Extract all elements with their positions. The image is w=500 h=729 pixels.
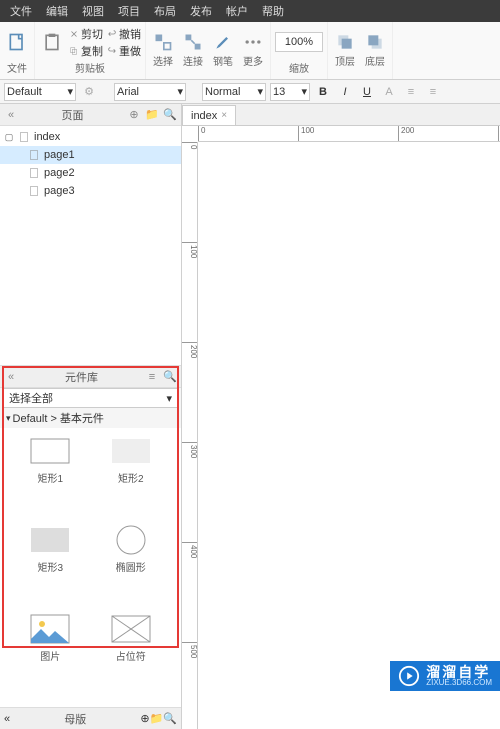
menu-view[interactable]: 视图 <box>76 1 110 21</box>
cut-button[interactable]: 剪切 <box>69 26 103 42</box>
ruler-tick: 200 <box>182 342 198 358</box>
ruler-horizontal: 0 100 200 300 <box>198 126 500 142</box>
left-sidebar: « 页面 ⊕ 📁 🔍 ▢ index page1 page2 page3 <box>0 104 182 729</box>
clipboard-label: 剪贴板 <box>75 60 105 77</box>
menu-layout[interactable]: 布局 <box>148 1 182 21</box>
collapse-icon[interactable]: « <box>4 370 18 384</box>
add-page-icon[interactable]: ⊕ <box>127 108 141 122</box>
underline-button[interactable]: U <box>358 83 376 101</box>
ruler-tick: 500 <box>182 642 198 658</box>
pages-title: 页面 <box>22 107 123 123</box>
widget-image[interactable]: 图片 <box>14 614 87 699</box>
tree-root[interactable]: ▢ index <box>0 128 181 146</box>
select-button[interactable]: 选择 <box>150 30 176 72</box>
send-back-button[interactable]: 底层 <box>362 30 388 72</box>
widget-ellipse[interactable]: 椭圆形 <box>95 525 168 610</box>
menu-file[interactable]: 文件 <box>4 1 38 21</box>
pen-button[interactable]: 钢笔 <box>210 30 236 72</box>
pages-panel-header: « 页面 ⊕ 📁 🔍 <box>0 104 181 126</box>
text-color-button[interactable]: A <box>380 83 398 101</box>
zoom-label: 缩放 <box>289 60 309 77</box>
font-select[interactable]: Arial▾ <box>114 83 186 101</box>
format-bar: Default▾ ⚙ Arial▾ Normal▾ 13▾ B I U A ≡ … <box>0 80 500 104</box>
weight-select[interactable]: Normal▾ <box>202 83 266 101</box>
connect-button[interactable]: 连接 <box>180 30 206 72</box>
collapse-icon[interactable]: « <box>4 108 18 122</box>
menu-account[interactable]: 帐户 <box>220 1 254 21</box>
play-icon <box>398 665 420 687</box>
canvas[interactable] <box>198 142 500 729</box>
library-header: « 元件库 ≡ 🔍 <box>0 366 181 388</box>
add-master-icon[interactable]: ⊕ <box>140 712 149 725</box>
ruler-tick: 0 <box>182 142 198 149</box>
copy-button[interactable]: 复制 <box>69 43 103 59</box>
search-icon[interactable]: 🔍 <box>163 370 177 384</box>
ruler-tick: 100 <box>298 126 314 142</box>
tree-item-page3[interactable]: page3 <box>0 182 181 200</box>
ruler-tick: 0 <box>198 126 205 142</box>
menu-project[interactable]: 项目 <box>112 1 146 21</box>
library-title: 元件库 <box>22 369 141 385</box>
bring-front-button[interactable]: 顶层 <box>332 30 358 72</box>
file-label: 文件 <box>7 60 27 77</box>
tree-item-page2[interactable]: page2 <box>0 164 181 182</box>
document-icon <box>28 167 40 179</box>
align-left-button[interactable]: ≡ <box>402 83 420 101</box>
bold-button[interactable]: B <box>314 83 332 101</box>
widget-rect3[interactable]: 矩形3 <box>14 525 87 610</box>
close-icon[interactable]: × <box>221 110 227 121</box>
masters-panel-header: « 母版 ⊕ 📁 🔍 <box>0 707 181 729</box>
style-select[interactable]: Default▾ <box>4 83 76 101</box>
align-center-button[interactable]: ≡ <box>424 83 442 101</box>
document-icon <box>28 149 40 161</box>
document-icon <box>28 185 40 197</box>
widget-placeholder[interactable]: 占位符 <box>95 614 168 699</box>
widget-rect1[interactable]: 矩形1 <box>14 436 87 521</box>
zoom-input[interactable] <box>275 32 323 52</box>
ribbon-toolbar: 文件 剪切 复制 撤销 重做 剪贴板 选择 连接 钢笔 更多 缩放 顶层 <box>0 22 500 80</box>
widget-rect2[interactable]: 矩形2 <box>95 436 168 521</box>
masters-title: 母版 <box>10 711 140 727</box>
canvas-area: index× 0 100 200 300 0 100 200 300 400 5… <box>182 104 500 729</box>
menu-publish[interactable]: 发布 <box>184 1 218 21</box>
watermark-logo: 溜溜自学ZIXUE.3D66.COM <box>390 661 500 691</box>
library-select[interactable]: 选择全部▾ <box>2 388 179 408</box>
undo-button[interactable]: 撤销 <box>107 26 141 42</box>
redo-button[interactable]: 重做 <box>107 43 141 59</box>
ruler-tick: 100 <box>182 242 198 258</box>
tree-item-page1[interactable]: page1 <box>0 146 181 164</box>
library-category[interactable]: ▾Default > 基本元件 <box>0 408 181 428</box>
ruler-tick: 300 <box>182 442 198 458</box>
paste-button[interactable] <box>39 30 65 54</box>
new-file-button[interactable] <box>4 30 30 54</box>
search-icon[interactable]: 🔍 <box>163 712 177 725</box>
add-folder-icon[interactable]: 📁 <box>145 108 159 122</box>
document-icon <box>18 131 30 143</box>
menu-edit[interactable]: 编辑 <box>40 1 74 21</box>
italic-button[interactable]: I <box>336 83 354 101</box>
size-select[interactable]: 13▾ <box>270 83 310 101</box>
pages-tree: ▢ index page1 page2 page3 <box>0 126 181 366</box>
menu-icon[interactable]: ≡ <box>145 370 159 384</box>
tab-index[interactable]: index× <box>182 105 236 125</box>
style-settings-icon[interactable]: ⚙ <box>80 83 98 101</box>
tab-strip: index× <box>182 104 500 126</box>
search-icon[interactable]: 🔍 <box>163 108 177 122</box>
ruler-tick: 400 <box>182 542 198 558</box>
menu-help[interactable]: 帮助 <box>256 1 290 21</box>
more-button[interactable]: 更多 <box>240 30 266 72</box>
add-folder-icon[interactable]: 📁 <box>150 712 164 725</box>
library-panel: « 元件库 ≡ 🔍 选择全部▾ ▾Default > 基本元件 矩形1 矩形2 … <box>0 366 181 707</box>
ruler-vertical: 0 100 200 300 400 500 <box>182 142 198 729</box>
ruler-tick: 200 <box>398 126 414 142</box>
menu-bar: 文件 编辑 视图 项目 布局 发布 帐户 帮助 <box>0 0 500 22</box>
